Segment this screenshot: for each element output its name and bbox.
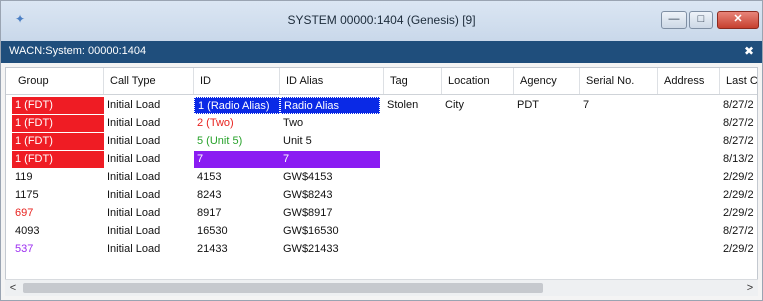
scroll-left-arrow-icon[interactable]: < [5,280,21,296]
close-button[interactable]: ✕ [717,11,759,29]
radio-grid: Group Call Type ID ID Alias Tag Location… [5,67,758,280]
last-contact-cell: 8/27/2 [723,117,754,129]
column-header-tag[interactable]: Tag [384,68,442,94]
app-window: ✦ SYSTEM 00000:1404 (Genesis) [9] — □ ✕ … [0,0,763,301]
group-cell[interactable]: 1 (FDT) [12,115,104,132]
column-header-id[interactable]: ID [194,68,280,94]
id-cell[interactable]: 16530 [194,223,280,240]
group-cell[interactable]: 4093 [12,223,104,240]
table-row[interactable]: 4093 Initial Load 16530 GW$16530 8/27/2 [6,223,757,240]
id-cell[interactable]: 21433 [194,241,280,258]
id-cell[interactable]: 7 [194,151,280,168]
table-row[interactable]: 1175 Initial Load 8243 GW$8243 2/29/2 [6,187,757,204]
column-header-id-alias[interactable]: ID Alias [280,68,384,94]
group-cell[interactable]: 1 (FDT) [12,97,104,114]
maximize-button[interactable]: □ [689,11,713,29]
id-alias-cell[interactable]: GW$4153 [280,169,380,186]
group-cell[interactable]: 1175 [12,187,104,204]
column-header-call-type[interactable]: Call Type [104,68,194,94]
last-contact-cell: 2/29/2 [723,171,754,183]
last-contact-cell: 8/27/2 [723,225,754,237]
id-alias-cell[interactable]: 7 [280,151,380,168]
scrollbar-thumb[interactable] [23,283,543,293]
column-header-group[interactable]: Group [12,68,104,94]
last-contact-cell: 8/13/2 [723,153,754,165]
call-type-cell: Initial Load [107,189,161,201]
id-alias-cell[interactable]: GW$21433 [280,241,380,258]
column-header-last-contact[interactable]: Last Co [720,68,757,94]
last-contact-cell: 2/29/2 [723,207,754,219]
last-contact-cell: 2/29/2 [723,243,754,255]
table-row[interactable]: 537 Initial Load 21433 GW$21433 2/29/2 [6,241,757,258]
id-cell[interactable]: 2 (Two) [194,115,280,132]
system-label: WACN:System: 00000:1404 [9,45,147,57]
group-cell[interactable]: 119 [12,169,104,186]
tag-cell: Stolen [387,99,419,111]
table-row[interactable]: 1 (FDT) Initial Load 7 7 8/13/2 [6,151,757,168]
column-header-location[interactable]: Location [442,68,514,94]
call-type-cell: Initial Load [107,207,161,219]
call-type-cell: Initial Load [107,171,161,183]
window-title: SYSTEM 00000:1404 (Genesis) [9] [287,13,476,27]
id-cell[interactable]: 4153 [194,169,280,186]
table-row[interactable]: 119 Initial Load 4153 GW$4153 2/29/2 [6,169,757,186]
grid-header: Group Call Type ID ID Alias Tag Location… [6,68,757,95]
table-row[interactable]: 1 (FDT) Initial Load 5 (Unit 5) Unit 5 8… [6,133,757,150]
group-cell[interactable]: 537 [12,241,104,258]
last-contact-cell: 8/27/2 [723,135,754,147]
agency-cell: PDT [517,99,539,111]
call-type-cell: Initial Load [107,225,161,237]
call-type-cell: Initial Load [107,135,161,147]
call-type-cell: Initial Load [107,153,161,165]
table-row[interactable]: 697 Initial Load 8917 GW$8917 2/29/2 [6,205,757,222]
group-cell[interactable]: 1 (FDT) [12,151,104,168]
minimize-button[interactable]: — [661,11,687,29]
id-alias-cell[interactable]: GW$8917 [280,205,380,222]
id-cell[interactable]: 5 (Unit 5) [194,133,280,150]
last-contact-cell: 8/27/2 [723,99,754,111]
address-cell [658,97,720,114]
wrench-screwdriver-icon[interactable]: ✖ [744,44,754,58]
id-cell[interactable]: 8243 [194,187,280,204]
id-alias-cell[interactable]: Unit 5 [280,133,380,150]
id-alias-cell[interactable]: Radio Alias [280,97,380,114]
location-cell: City [445,99,464,111]
column-header-address[interactable]: Address [658,68,720,94]
table-row[interactable]: 1 (FDT) Initial Load 1 (Radio Alias) Rad… [6,97,757,114]
id-alias-cell[interactable]: GW$8243 [280,187,380,204]
id-cell[interactable]: 1 (Radio Alias) [194,97,280,114]
column-header-serial-no[interactable]: Serial No. [580,68,658,94]
serial-cell: 7 [583,99,590,111]
group-cell[interactable]: 1 (FDT) [12,133,104,150]
horizontal-scrollbar[interactable]: < > [5,279,758,296]
call-type-cell: Initial Load [107,117,161,129]
group-cell[interactable]: 697 [12,205,104,222]
last-contact-cell: 2/29/2 [723,189,754,201]
scroll-right-arrow-icon[interactable]: > [742,280,758,296]
id-alias-cell[interactable]: GW$16530 [280,223,380,240]
call-type-cell: Initial Load [107,243,161,255]
title-bar[interactable]: ✦ SYSTEM 00000:1404 (Genesis) [9] — □ ✕ [1,1,762,41]
id-alias-cell[interactable]: Two [280,115,380,132]
column-header-agency[interactable]: Agency [514,68,580,94]
table-row[interactable]: 1 (FDT) Initial Load 2 (Two) Two 8/27/2 [6,115,757,132]
id-cell[interactable]: 8917 [194,205,280,222]
system-header: WACN:System: 00000:1404 ✖ [1,41,762,63]
call-type-cell: Initial Load [107,99,161,111]
